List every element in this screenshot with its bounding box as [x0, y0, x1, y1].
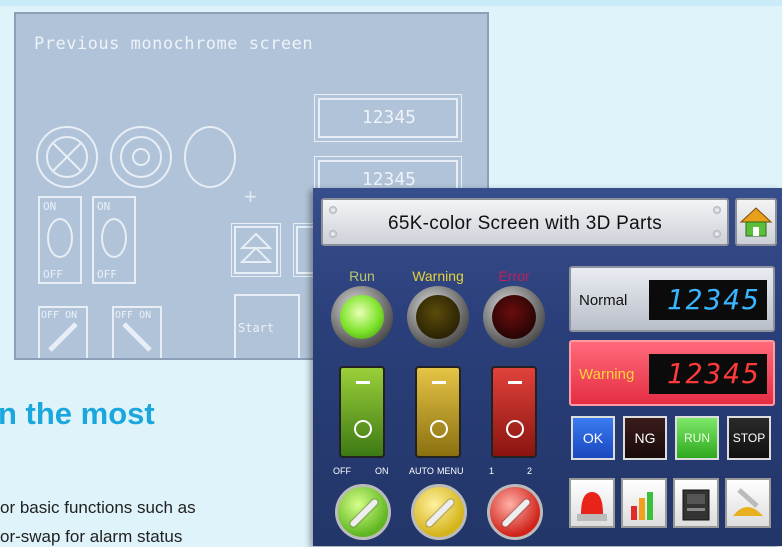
normal-display-label: Normal [579, 292, 628, 309]
color-title: 65K-color Screen with 3D Parts [387, 213, 663, 234]
wrench-button[interactable] [725, 478, 771, 528]
alarm-light-button[interactable] [569, 478, 615, 528]
controller-button[interactable] [673, 478, 719, 528]
controller-icon [682, 489, 710, 521]
double-up-arrow-icon [239, 232, 273, 263]
mono-lamp-2 [110, 126, 172, 188]
ng-button[interactable]: NG [623, 416, 667, 460]
section-heading: n the most [0, 396, 155, 431]
bar-chart-button[interactable] [621, 478, 667, 528]
selector-label: OFF ON [41, 310, 78, 321]
bar-chart-icon [631, 492, 653, 520]
run-button[interactable]: RUN [675, 416, 719, 460]
green-switch-left-label: OFF [333, 466, 351, 476]
selector-label: OFF ON [115, 310, 152, 321]
mono-display-1: 12345 [314, 94, 462, 142]
mono-selector-1[interactable]: OFF ON [38, 306, 88, 358]
lamp-label-error: Error [498, 268, 530, 284]
yellow-rocker-switch[interactable] [415, 366, 461, 458]
switch-off-label: OFF [43, 268, 63, 281]
plus-marker: + [244, 184, 257, 209]
red-switch-right-label: 2 [527, 466, 533, 476]
run-lamp [331, 286, 393, 348]
stop-button[interactable]: STOP [727, 416, 771, 460]
color-title-bar: 65K-color Screen with 3D Parts [321, 198, 729, 246]
mono-title: Previous monochrome screen [34, 34, 314, 54]
lamp-label-warning: Warning [412, 268, 464, 284]
mono-start-button[interactable]: Start [234, 294, 300, 358]
crosshatch-icon [46, 136, 88, 178]
body-line-2: or-swap for alarm status [0, 527, 183, 546]
ring-icon [120, 136, 162, 178]
switch-on-label: ON [97, 200, 111, 213]
red-switch-left-label: 1 [489, 466, 495, 476]
mono-lamp-1 [36, 126, 98, 188]
switch-off-label: OFF [97, 268, 117, 281]
switch-knob [101, 218, 127, 258]
green-switch-right-label: ON [375, 466, 389, 476]
red-selector-knob[interactable] [487, 484, 543, 540]
warning-display-value: 12345 [649, 354, 767, 394]
mono-selector-2[interactable]: OFF ON [112, 306, 162, 358]
wrench-icon [733, 488, 763, 516]
switch-on-label: ON [43, 200, 57, 213]
home-icon [739, 207, 773, 237]
ok-button[interactable]: OK [571, 416, 615, 460]
mono-up-arrow-button[interactable] [231, 223, 281, 277]
warning-display: Warning 12345 [569, 340, 775, 406]
lamp-label-run: Run [349, 268, 375, 284]
warning-display-label: Warning [579, 366, 635, 383]
yellow-switch-left-label: AUTO [409, 466, 434, 476]
yellow-selector-knob[interactable] [411, 484, 467, 540]
normal-display-value: 12345 [649, 280, 767, 320]
red-rocker-switch[interactable] [491, 366, 537, 458]
green-rocker-switch[interactable] [339, 366, 385, 458]
switch-knob [47, 218, 73, 258]
mono-switch-2[interactable]: ON OFF [92, 196, 136, 284]
normal-display: Normal 12345 [569, 266, 775, 332]
mono-switch-1[interactable]: ON OFF [38, 196, 82, 284]
body-line-1: or basic functions such as [0, 498, 196, 517]
mono-lamp-3 [184, 126, 236, 188]
yellow-switch-right-label: MENU [437, 466, 464, 476]
warning-lamp [407, 286, 469, 348]
top-band [0, 0, 782, 6]
error-lamp [483, 286, 545, 348]
green-selector-knob[interactable] [335, 484, 391, 540]
color-screen: 65K-color Screen with 3D Parts Run Warni… [313, 188, 782, 546]
alarm-light-icon [577, 492, 607, 521]
home-button[interactable] [735, 198, 777, 246]
